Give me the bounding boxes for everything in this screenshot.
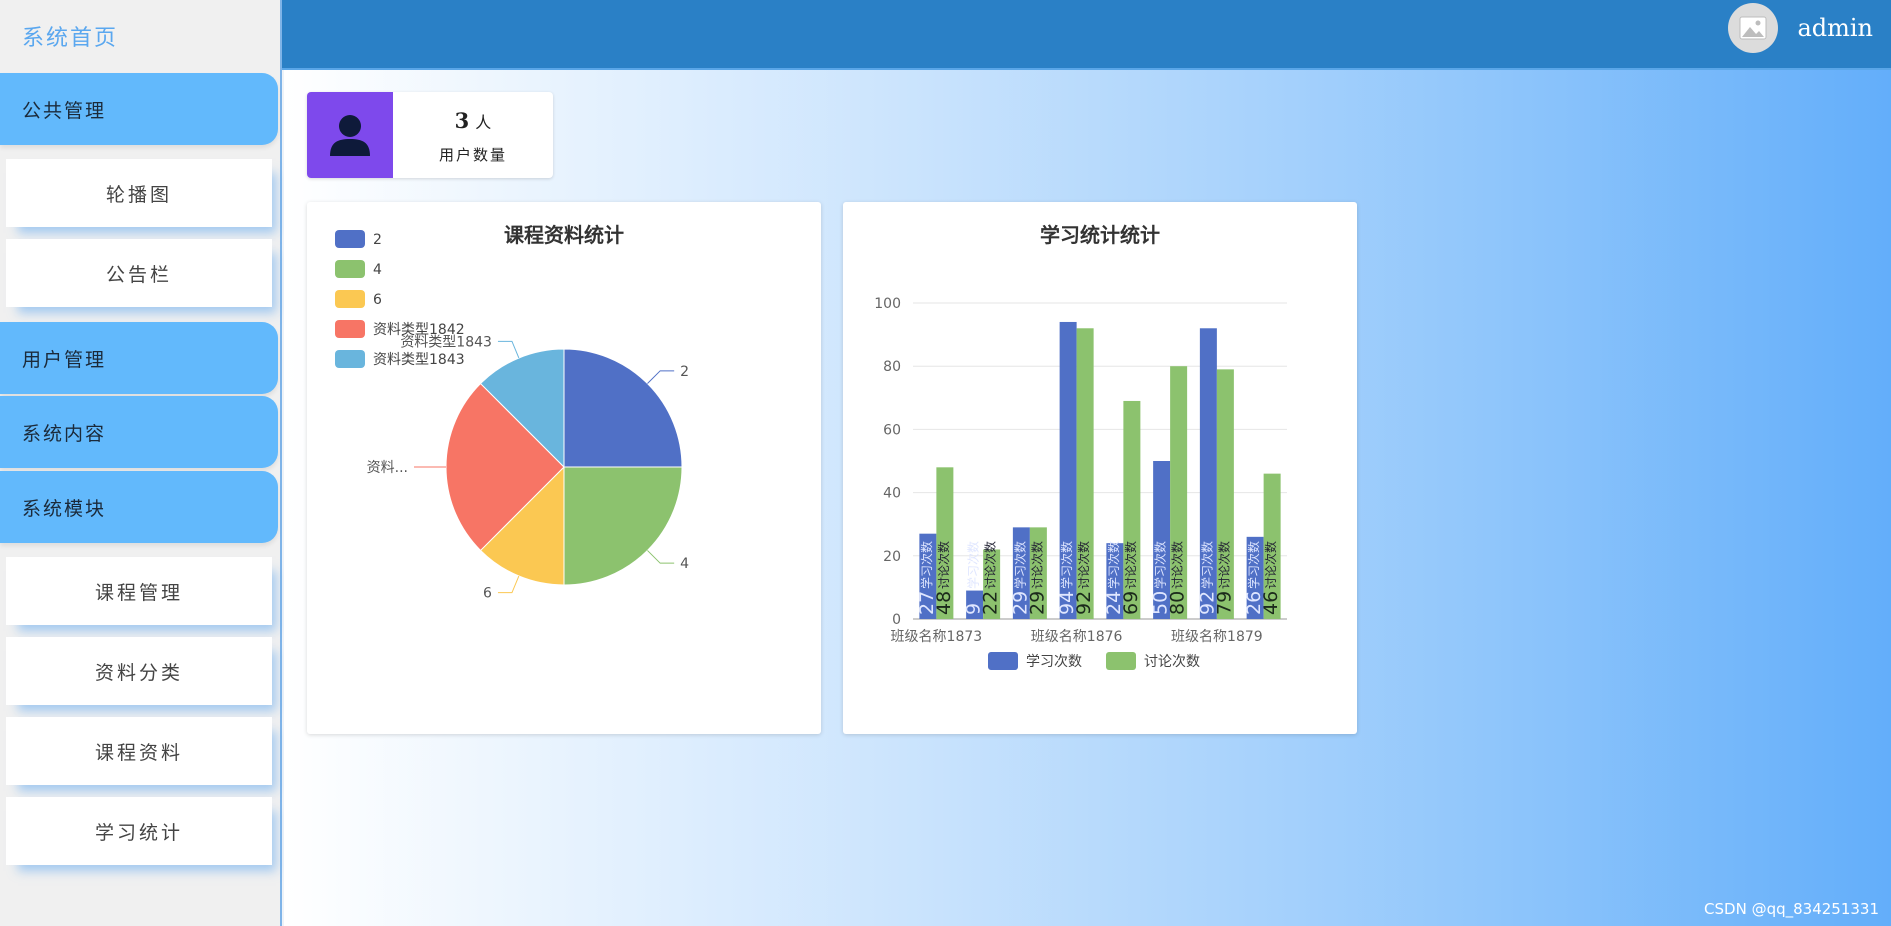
user-count: 3人 (393, 108, 553, 133)
legend-swatch (988, 652, 1018, 670)
username[interactable]: admin (1797, 14, 1873, 42)
menu-item-carousel[interactable]: 轮播图 (6, 159, 272, 227)
legend-label: 2 (373, 232, 382, 248)
menu-item-course-material[interactable]: 课程资料 (6, 717, 272, 785)
menu-item-notice[interactable]: 公告栏 (6, 239, 272, 307)
y-tick-label: 60 (883, 422, 901, 438)
pie-label-line (647, 550, 675, 564)
x-tick-label: 班级名称1879 (1171, 629, 1263, 645)
menu-item-label: 课程资料 (94, 741, 183, 764)
bar-series-label: 讨论次数 (983, 541, 998, 589)
sidebar-home-link[interactable]: 系统首页 (22, 20, 118, 52)
legend-label: 讨论次数 (1144, 654, 1200, 670)
pie-chart: 课程资料统计246资料类型1842资料类型1843246资料...资料类型184… (335, 223, 689, 602)
pie-slice-label: 2 (680, 364, 689, 380)
image-icon (1739, 16, 1767, 40)
bar-chart: 学习统计统计02040608010027学习次数48讨论次数班级名称18739学… (874, 223, 1287, 670)
menu-item-label: 学习统计 (94, 821, 183, 844)
pie-slice-label: 6 (483, 586, 492, 602)
bar-chart-panel: 学习统计统计 0 20 40 60 80 100 27 学习次数 48 讨论次数 班级名称1873 9 学… (843, 202, 1357, 734)
pie-label-line (497, 575, 520, 594)
bar-series-label: 讨论次数 (1170, 541, 1185, 589)
legend-swatch (335, 290, 365, 308)
menu-group-label: 系统内容 (22, 422, 107, 445)
user-count-value: 3 (454, 108, 470, 133)
bar-series-label: 学习次数 (1106, 541, 1121, 589)
bar-series-label: 学习次数 (1153, 541, 1168, 589)
stat-icon-box (307, 92, 393, 178)
pie-slice-label: 资料类型1843 (400, 334, 492, 350)
y-tick-label: 80 (883, 359, 901, 375)
user-count-card: 3人 用户数量 (307, 92, 553, 178)
menu-item-course-manage[interactable]: 课程管理 (6, 557, 272, 625)
y-tick-label: 100 (874, 296, 901, 312)
bar-value-label: 69 (1120, 591, 1142, 615)
user-count-label: 用户数量 (438, 146, 507, 164)
main-content: 3人 用户数量 课程资料统计 2 4 6 资料类型1842 资料类型1843 2 4 6 资料..… (284, 70, 1891, 926)
y-tick-label: 0 (892, 612, 901, 628)
bar-series-label: 讨论次数 (1263, 541, 1278, 589)
legend-swatch (335, 320, 365, 338)
bar-series-label: 学习次数 (1059, 541, 1074, 589)
bar-value-label: 79 (1213, 591, 1235, 615)
bar-title: 学习统计统计 (1040, 223, 1160, 247)
watermark: CSDN @qq_834251331 (1704, 900, 1879, 918)
bar-series-label: 讨论次数 (1076, 541, 1091, 589)
y-tick-label: 40 (883, 486, 901, 502)
bar-series-label: 讨论次数 (1029, 541, 1044, 589)
pie-label-line (497, 340, 520, 359)
sidebar: 系统首页 公共管理 轮播图 公告栏 用户管理 系统内容 系统模块 课程管理 资料… (0, 0, 282, 926)
top-header: admin (282, 0, 1891, 70)
bar-series-label: 讨论次数 (1123, 541, 1138, 589)
menu-item-label: 资料分类 (94, 661, 183, 684)
bar-series-label: 学习次数 (966, 541, 981, 589)
bar-value-label: 92 (1073, 591, 1095, 615)
legend-label: 4 (373, 262, 382, 278)
menu-item-label: 公告栏 (105, 263, 172, 286)
menu-group-label: 用户管理 (22, 348, 107, 371)
menu-group-public[interactable]: 公共管理 (0, 73, 278, 145)
bar-value-label: 80 (1167, 591, 1189, 615)
menu-item-label: 课程管理 (94, 581, 183, 604)
menu-group-users[interactable]: 用户管理 (0, 322, 278, 394)
menu-group-label: 系统模块 (22, 497, 107, 520)
bar-value-label: 46 (1260, 591, 1282, 615)
legend-label: 6 (373, 292, 382, 308)
user-count-unit: 人 (475, 113, 492, 132)
menu-item-study-stats[interactable]: 学习统计 (6, 797, 272, 865)
bar-value-label: 22 (980, 591, 1002, 615)
bar-series-label: 学习次数 (919, 541, 934, 589)
legend-label: 资料类型1843 (373, 352, 465, 368)
legend-swatch (1106, 652, 1136, 670)
y-tick-label: 20 (883, 549, 901, 565)
bar-series-label: 讨论次数 (1216, 541, 1231, 589)
menu-group-label: 公共管理 (22, 99, 107, 122)
bar-series-label: 学习次数 (1246, 541, 1261, 589)
pie-label-line (647, 370, 675, 384)
legend-swatch (335, 230, 365, 248)
pie-slice (563, 348, 683, 468)
menu-group-modules[interactable]: 系统模块 (0, 471, 278, 543)
pie-slice-label: 4 (680, 556, 689, 572)
menu-item-label: 轮播图 (105, 183, 172, 206)
x-tick-label: 班级名称1876 (1031, 629, 1123, 645)
menu-item-material-category[interactable]: 资料分类 (6, 637, 272, 705)
pie-slice (563, 466, 683, 586)
bar-series-label: 讨论次数 (936, 541, 951, 589)
bar-series-label: 学习次数 (1199, 541, 1214, 589)
legend-label: 学习次数 (1026, 654, 1082, 670)
legend-swatch (335, 260, 365, 278)
bar-series-label: 学习次数 (1012, 541, 1027, 589)
x-tick-label: 班级名称1873 (891, 629, 983, 645)
bar-value-label: 48 (933, 591, 955, 615)
pie-title: 课程资料统计 (504, 223, 624, 247)
legend-swatch (335, 350, 365, 368)
pie-chart-panel: 课程资料统计 2 4 6 资料类型1842 资料类型1843 2 4 6 资料... 资料类型184… (307, 202, 821, 734)
avatar[interactable] (1728, 3, 1778, 53)
menu-group-content[interactable]: 系统内容 (0, 396, 278, 468)
user-icon (330, 115, 370, 156)
bar-value-label: 29 (1026, 591, 1048, 615)
pie-slice-label: 资料... (367, 460, 408, 476)
